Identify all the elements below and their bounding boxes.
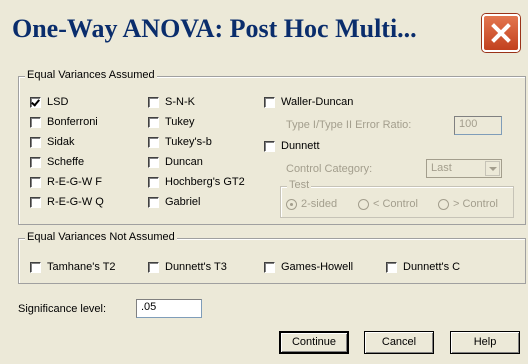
sidak-checkbox[interactable]: Sidak <box>30 136 75 148</box>
tukeys-b-checkbox[interactable]: Tukey's-b <box>148 136 212 148</box>
error-ratio-label: Type I/Type II Error Ratio: <box>286 119 412 131</box>
significance-level-label: Significance level: <box>18 303 107 315</box>
error-ratio-field[interactable]: 100 <box>454 116 502 135</box>
close-icon <box>491 23 511 43</box>
checkbox-box <box>148 136 159 148</box>
help-button[interactable]: Help <box>450 331 520 354</box>
greater-control-radio[interactable]: > Control <box>438 198 498 210</box>
dialog-body: Equal Variances Assumed LSD Bonferroni S… <box>0 54 528 364</box>
significance-level-field[interactable]: .05 <box>136 299 202 318</box>
checkbox-box <box>264 96 275 108</box>
checkbox-box <box>30 261 41 273</box>
checkbox-box <box>30 196 41 208</box>
regwq-checkbox[interactable]: R-E-G-W Q <box>30 196 104 208</box>
gabriel-checkbox[interactable]: Gabriel <box>148 196 200 208</box>
dunnetts-t3-checkbox[interactable]: Dunnett's T3 <box>148 261 227 273</box>
control-category-label: Control Category: <box>286 163 373 175</box>
close-button[interactable] <box>482 14 520 52</box>
snk-checkbox[interactable]: S-N-K <box>148 96 195 108</box>
checkbox-box <box>30 176 41 188</box>
checkbox-box <box>30 136 41 148</box>
checkbox-box <box>264 261 275 273</box>
checkbox-box <box>148 176 159 188</box>
tamhanes-t2-checkbox[interactable]: Tamhane's T2 <box>30 261 116 273</box>
waller-duncan-checkbox[interactable]: Waller-Duncan <box>264 96 353 108</box>
games-howell-checkbox[interactable]: Games-Howell <box>264 261 353 273</box>
checkbox-box <box>264 140 275 152</box>
tukey-checkbox[interactable]: Tukey <box>148 116 195 128</box>
bonferroni-checkbox[interactable]: Bonferroni <box>30 116 98 128</box>
checkbox-box <box>148 96 159 108</box>
scheffe-checkbox[interactable]: Scheffe <box>30 156 84 168</box>
chevron-down-icon <box>485 161 500 176</box>
radio-dot <box>438 198 449 210</box>
checkbox-box <box>148 261 159 273</box>
window-title: One-Way ANOVA: Post Hoc Multi... <box>12 14 417 43</box>
continue-button[interactable]: Continue <box>279 331 349 354</box>
duncan-checkbox[interactable]: Duncan <box>148 156 203 168</box>
lsd-checkbox[interactable]: LSD <box>30 96 68 108</box>
radio-dot <box>358 198 369 210</box>
checkbox-box <box>148 196 159 208</box>
test-legend: Test <box>287 179 312 191</box>
radio-dot <box>286 198 297 210</box>
dunnetts-c-checkbox[interactable]: Dunnett's C <box>386 261 460 273</box>
group-legend: Equal Variances Assumed <box>25 69 157 81</box>
checkbox-box <box>30 96 41 108</box>
checkbox-box <box>148 116 159 128</box>
control-category-select[interactable]: Last <box>426 159 502 178</box>
group-legend: Equal Variances Not Assumed <box>25 231 177 243</box>
two-sided-radio[interactable]: 2-sided <box>286 198 337 210</box>
checkbox-box <box>148 156 159 168</box>
checkbox-box <box>30 116 41 128</box>
checkbox-box <box>386 261 397 273</box>
checkbox-box <box>30 156 41 168</box>
hochbergs-gt2-checkbox[interactable]: Hochberg's GT2 <box>148 176 245 188</box>
dunnett-checkbox[interactable]: Dunnett <box>264 140 320 152</box>
cancel-button[interactable]: Cancel <box>364 331 434 354</box>
less-control-radio[interactable]: < Control <box>358 198 418 210</box>
regwf-checkbox[interactable]: R-E-G-W F <box>30 176 102 188</box>
